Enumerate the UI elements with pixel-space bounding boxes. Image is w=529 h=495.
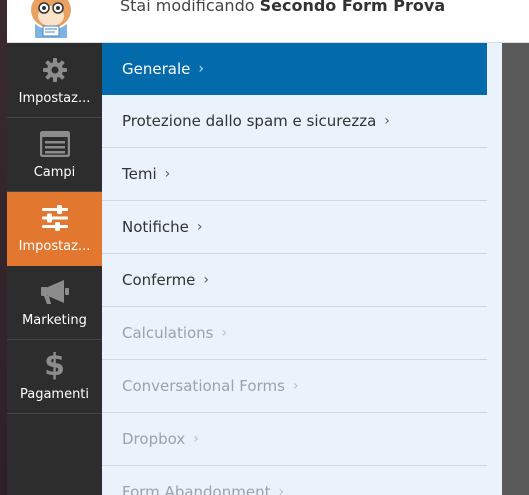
menu-item-label: Notifiche — [122, 218, 189, 236]
menu-item-notifications[interactable]: Notifiche › — [102, 201, 487, 254]
menu-item-spam-protection[interactable]: Protezione dallo spam e sicurezza › — [102, 95, 487, 148]
panel-button-payments[interactable]: $ Pagamenti — [7, 340, 102, 414]
menu-item-label: Dropbox — [122, 430, 186, 448]
menu-item-conversational-forms[interactable]: Conversational Forms › — [102, 360, 487, 413]
preview-backdrop — [502, 43, 529, 495]
chevron-right-icon: › — [292, 378, 299, 394]
menu-item-label: Generale — [122, 60, 191, 78]
desktop-edge — [0, 0, 7, 495]
panel-label-fields: Campi — [33, 165, 76, 180]
editing-prefix: Stai modificando — [120, 0, 255, 15]
panel-button-fields[interactable]: Campi — [7, 118, 102, 192]
chevron-right-icon: › — [198, 61, 204, 77]
menu-item-calculations[interactable]: Calculations › — [102, 307, 487, 360]
menu-item-label: Conversational Forms — [122, 377, 285, 395]
menu-item-label: Temi — [122, 165, 157, 183]
panel-label-settings: Impostaz... — [18, 239, 91, 254]
panel-label-setup: Impostaz... — [18, 90, 91, 106]
chevron-right-icon: › — [193, 431, 199, 447]
panel-button-marketing[interactable]: Marketing — [7, 266, 102, 340]
form-name: Secondo Form Prova — [259, 0, 446, 15]
settings-menu: Generale › Protezione dallo spam e sicur… — [102, 43, 502, 495]
dollar-icon: $ — [44, 348, 65, 383]
chevron-right-icon: › — [203, 272, 210, 288]
menu-item-dropbox[interactable]: Dropbox › — [102, 413, 487, 466]
chevron-right-icon: › — [221, 325, 228, 341]
sliders-icon — [40, 203, 70, 233]
chevron-right-icon: › — [384, 113, 390, 129]
menu-item-form-abandonment[interactable]: Form Abandonment › — [102, 466, 487, 495]
panel-label-payments: Pagamenti — [19, 387, 90, 402]
panel-button-settings[interactable]: Impostaz... — [7, 192, 102, 266]
chevron-right-icon: › — [164, 166, 171, 182]
builder-header: Stai modificando Secondo Form Prova — [7, 0, 529, 43]
menu-item-label: Form Abandonment — [122, 483, 271, 495]
panel-button-setup[interactable]: Impostaz... — [7, 43, 102, 118]
chevron-right-icon: › — [278, 484, 285, 495]
menu-item-label: Calculations — [122, 324, 214, 342]
menu-item-label: Conferme — [122, 271, 196, 289]
chevron-right-icon: › — [196, 219, 203, 235]
fields-list-icon — [39, 129, 70, 159]
builder-sidebar: Impostaz... Campi Impostaz... Marketing … — [7, 43, 102, 495]
gear-icon — [40, 55, 70, 85]
menu-item-confirmations[interactable]: Conferme › — [102, 254, 487, 307]
menu-item-themes[interactable]: Temi › — [102, 148, 487, 201]
page-title: Stai modificando Secondo Form Prova — [120, 0, 445, 15]
megaphone-icon — [40, 277, 70, 307]
menu-item-label: Protezione dallo spam e sicurezza — [122, 112, 377, 130]
app-logo — [25, 0, 77, 38]
panel-label-marketing: Marketing — [22, 313, 87, 328]
menu-item-general[interactable]: Generale › — [102, 43, 487, 95]
